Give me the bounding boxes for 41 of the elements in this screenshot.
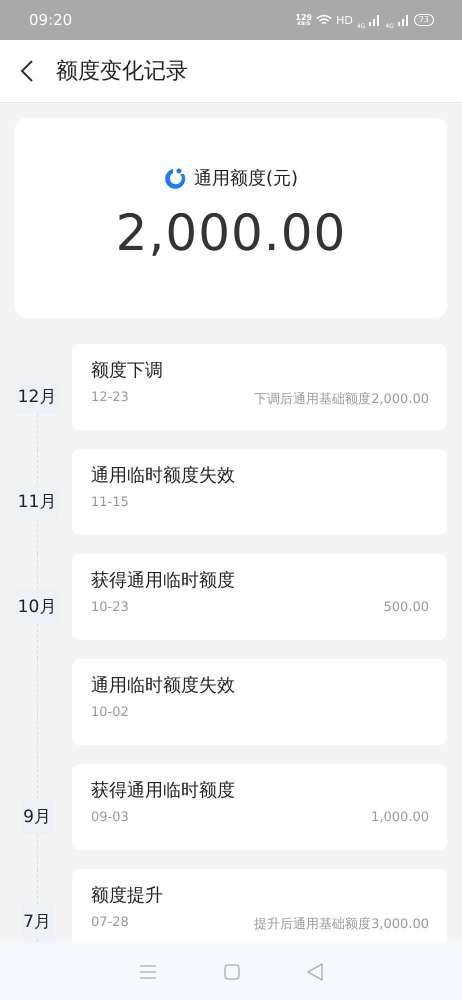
signal-icon [398,14,410,26]
summary-amount: 2,000.00 [116,204,346,262]
wifi-icon [316,14,332,26]
month-label: 10月 [16,589,58,624]
battery-indicator: 73 [414,14,434,26]
record-card[interactable]: 获得通用临时额度 10-23 500.00 [72,554,447,640]
month-label: 9月 [21,799,53,834]
record-title: 通用临时额度失效 [91,464,236,487]
page-title: 额度变化记录 [56,58,188,86]
record-card[interactable]: 通用临时额度失效 11-15 [72,449,447,535]
menu-icon[interactable] [138,964,157,978]
record-card[interactable]: 额度下调 12-23 下调后通用基础额度2,000.00 [72,344,447,430]
month-label: 7月 [21,904,53,939]
record-note: 提升后通用基础额度3,000.00 [254,916,429,933]
record-note: 500.00 [384,600,429,615]
record-date: 07-28 [91,915,129,932]
back-icon[interactable] [20,59,34,83]
record-note: 下调后通用基础额度2,000.00 [254,391,429,408]
hd-label: HD [336,14,353,26]
record-note: 1,000.00 [371,810,429,825]
record-title: 通用临时额度失效 [91,674,236,697]
record-card[interactable]: 额度提升 07-28 提升后通用基础额度3,000.00 [72,869,447,943]
record-card[interactable]: 获得通用临时额度 09-03 1,000.00 [72,764,447,850]
month-label: 12月 [16,379,58,414]
record-date: 12-23 [91,390,129,407]
summary-label: 通用额度(元) [194,167,298,190]
record-date: 10-23 [91,600,129,615]
home-icon[interactable] [224,964,240,980]
logo-icon [164,166,188,190]
record-date: 10-02 [91,705,129,720]
record-title: 额度下调 [91,359,164,382]
record-card[interactable]: 通用临时额度失效 10-02 [72,659,447,745]
record-title: 额度提升 [91,884,164,907]
network-speed: 129 [295,14,312,22]
record-date: 11-15 [91,495,129,510]
month-label: 11月 [16,484,58,519]
record-date: 09-03 [91,810,129,825]
record-title: 获得通用临时额度 [91,779,236,802]
record-title: 获得通用临时额度 [91,569,236,592]
signal-icon [369,14,382,26]
status-time: 09:20 [29,11,72,29]
